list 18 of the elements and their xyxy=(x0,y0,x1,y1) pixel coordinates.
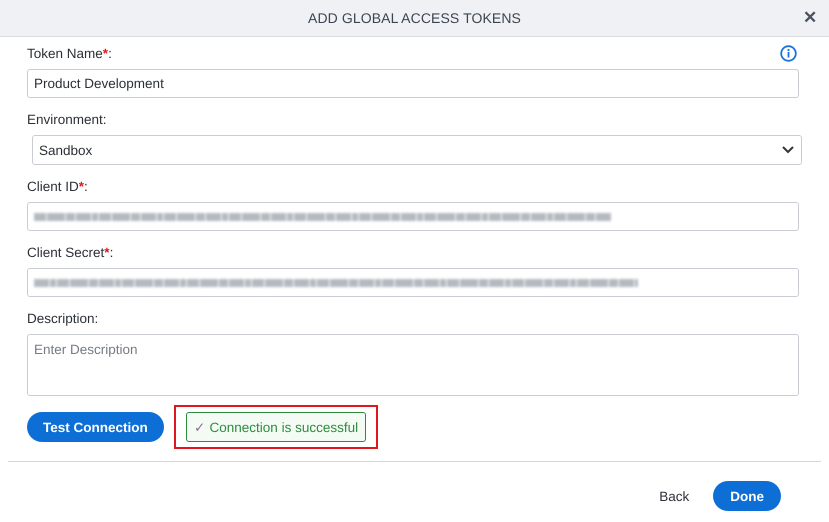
test-connection-button[interactable]: Test Connection xyxy=(27,412,164,442)
input-field[interactable] xyxy=(27,202,799,231)
dialog-title: ADD GLOBAL ACCESS TOKENS xyxy=(308,10,521,26)
description-field[interactable]: Enter Description xyxy=(27,334,799,396)
success-message: ✓ Connection is successful xyxy=(186,412,366,442)
input-field[interactable] xyxy=(27,268,799,297)
environment-dropdown[interactable]: Sandbox xyxy=(32,135,802,165)
field-label: Token Name*: xyxy=(27,46,112,60)
back-button[interactable]: Back xyxy=(653,488,696,504)
done-button[interactable]: Done xyxy=(713,481,781,511)
field-label: Client Secret*: xyxy=(27,244,114,260)
field-label: Client ID*: xyxy=(27,178,88,194)
chevron-down-icon xyxy=(781,145,795,155)
info-icon[interactable] xyxy=(780,44,797,62)
input-field[interactable]: Product Development xyxy=(27,69,799,98)
field-label: Description: xyxy=(27,310,98,326)
close-button[interactable]: ✕ xyxy=(803,7,817,28)
field-label: Environment: xyxy=(27,112,107,126)
